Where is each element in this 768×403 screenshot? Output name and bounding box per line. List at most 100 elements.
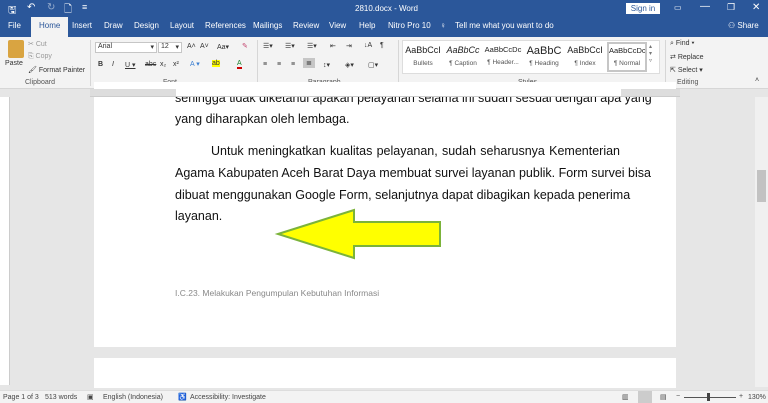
divider [90, 40, 91, 86]
zoom-in-button[interactable]: + [739, 393, 743, 400]
line-spacing-icon[interactable]: ↕▾ [323, 61, 330, 69]
redo-icon[interactable]: ↻ [47, 2, 55, 13]
bold-button[interactable]: B [98, 61, 103, 68]
select-label: Select [677, 67, 698, 74]
decrease-indent-icon[interactable]: ⇤ [330, 42, 336, 50]
text-effects-icon[interactable]: A ▾ [190, 60, 200, 68]
document-page[interactable]: sehingga tidak diketahui apakah pelayana… [94, 82, 676, 347]
replace-label: Replace [677, 54, 704, 61]
multilevel-list-icon[interactable]: ☰▾ [307, 42, 317, 50]
zoom-level[interactable]: 130% [748, 394, 766, 401]
select-button[interactable]: ⇱ Select ▾ [670, 66, 703, 74]
share-label: Share [737, 21, 759, 30]
style-index[interactable]: AaBbCcI ¶ Index [566, 45, 604, 67]
align-center-icon[interactable]: ≡ [277, 61, 281, 68]
font-size-value: 12 [161, 43, 169, 50]
page-count[interactable]: Page 1 of 3 [3, 394, 39, 401]
tab-home[interactable]: Home [31, 17, 69, 37]
close-button[interactable]: ✕ [752, 2, 760, 13]
subscript-button[interactable]: x₂ [160, 61, 166, 68]
tab-review[interactable]: Review [293, 21, 319, 30]
replace-button[interactable]: ⇄ Replace [670, 53, 704, 61]
font-size-select[interactable]: 12 ▾ [158, 42, 182, 53]
horizontal-ruler[interactable] [90, 89, 680, 97]
tab-help[interactable]: Help [359, 21, 375, 30]
show-formatting-icon[interactable]: ¶ [380, 42, 384, 49]
strikethrough-button[interactable]: abc [145, 61, 156, 68]
styles-scroll-icon[interactable]: ▴ ▾ ▿ [649, 43, 652, 64]
grow-font-icon[interactable]: A˄ [187, 43, 196, 50]
web-layout-icon[interactable]: ▤ [660, 393, 667, 401]
tab-view[interactable]: View [329, 21, 346, 30]
scrollbar-thumb[interactable] [757, 170, 766, 202]
tab-mailings[interactable]: Mailings [253, 21, 282, 30]
borders-icon[interactable]: ▢▾ [368, 61, 378, 69]
sort-icon[interactable]: ↓A [364, 42, 372, 49]
customize-qat-icon[interactable]: ≡ [82, 2, 87, 12]
share-button[interactable]: ⚇ Share [728, 21, 759, 30]
vertical-scrollbar[interactable] [755, 97, 768, 387]
vertical-ruler[interactable] [0, 97, 10, 385]
tab-file[interactable]: File [8, 21, 21, 30]
style-bullets[interactable]: AaBbCcI Bullets [404, 45, 442, 67]
style-name: ¶ Normal [613, 60, 641, 67]
bullets-icon[interactable]: ☰▾ [263, 42, 273, 50]
read-mode-icon[interactable]: ▥ [622, 393, 629, 401]
change-case-icon[interactable]: Aa▾ [217, 43, 229, 51]
increase-indent-icon[interactable]: ⇥ [346, 42, 352, 50]
language[interactable]: English (Indonesia) [103, 394, 163, 401]
font-name-select[interactable]: Arial ▾ [95, 42, 157, 53]
style-normal[interactable]: AaBbCcDc ¶ Normal [607, 42, 647, 72]
tab-design[interactable]: Design [134, 21, 159, 30]
yellow-arrow [274, 208, 441, 260]
shrink-font-icon[interactable]: A˅ [200, 43, 209, 50]
tab-layout[interactable]: Layout [170, 21, 194, 30]
ribbon-display-icon[interactable]: ▭ [674, 3, 682, 12]
format-painter-button[interactable]: 🖌 Format Painter [28, 66, 85, 74]
align-left-icon[interactable]: ≡ [263, 61, 267, 68]
italic-button[interactable]: I [112, 61, 114, 68]
undo-icon[interactable]: ↶ [27, 2, 35, 13]
superscript-button[interactable]: x² [173, 61, 179, 68]
word-count[interactable]: 513 words [45, 394, 77, 401]
status-bar: Page 1 of 3 513 words ▣ English (Indones… [0, 390, 768, 403]
sign-in-button[interactable]: Sign in [626, 3, 660, 14]
copy-button[interactable]: ⎘ Copy [28, 53, 52, 61]
zoom-slider-thumb[interactable] [707, 393, 710, 401]
shading-icon[interactable]: ◈▾ [345, 61, 354, 69]
justify-icon[interactable]: ≣ [303, 58, 315, 68]
accessibility-status[interactable]: Accessibility: Investigate [190, 394, 266, 401]
paste-button[interactable]: Paste [5, 60, 23, 67]
underline-button[interactable]: U ▾ [125, 61, 136, 69]
paste-icon[interactable] [8, 40, 24, 58]
copy-label: Copy [35, 53, 52, 60]
print-layout-icon[interactable] [638, 391, 652, 403]
tell-me-search[interactable]: Tell me what you want to do [455, 21, 554, 30]
style-name: ¶ Header... [487, 59, 519, 66]
collapse-ribbon-icon[interactable]: ˄ [755, 77, 759, 84]
cut-button[interactable]: ✂ Cut [28, 40, 47, 48]
paragraph-line: Agama Kabupaten Aceh Barat Daya membuat … [175, 166, 651, 180]
tab-draw[interactable]: Draw [104, 21, 123, 30]
font-color-icon[interactable]: A [237, 60, 242, 69]
highlight-color-icon[interactable]: ab [212, 60, 220, 67]
restore-button[interactable]: ❐ [727, 2, 735, 13]
proofing-icon[interactable]: ▣ [87, 393, 94, 401]
tab-nitro[interactable]: Nitro Pro 10 [388, 21, 431, 30]
align-right-icon[interactable]: ≡ [291, 61, 295, 68]
find-label: Find [675, 40, 690, 47]
style-heading[interactable]: AaBbC ¶ Heading [525, 45, 563, 67]
zoom-out-button[interactable]: − [676, 393, 680, 400]
clear-formatting-icon[interactable]: ✎ [242, 42, 248, 50]
style-name: ¶ Caption [449, 60, 477, 67]
tab-insert[interactable]: Insert [72, 21, 92, 30]
zoom-slider[interactable] [684, 397, 736, 398]
style-caption[interactable]: AaBbCc ¶ Caption [444, 45, 482, 67]
numbering-icon[interactable]: ☰▾ [285, 42, 295, 50]
minimize-button[interactable]: — [700, 1, 710, 12]
find-button[interactable]: ⌕ Find ▾ [670, 40, 694, 48]
tab-references[interactable]: References [205, 21, 246, 30]
cut-label: Cut [35, 41, 47, 48]
style-header[interactable]: AaBbCcDc ¶ Header... [484, 45, 522, 66]
document-page-2[interactable] [94, 358, 676, 388]
